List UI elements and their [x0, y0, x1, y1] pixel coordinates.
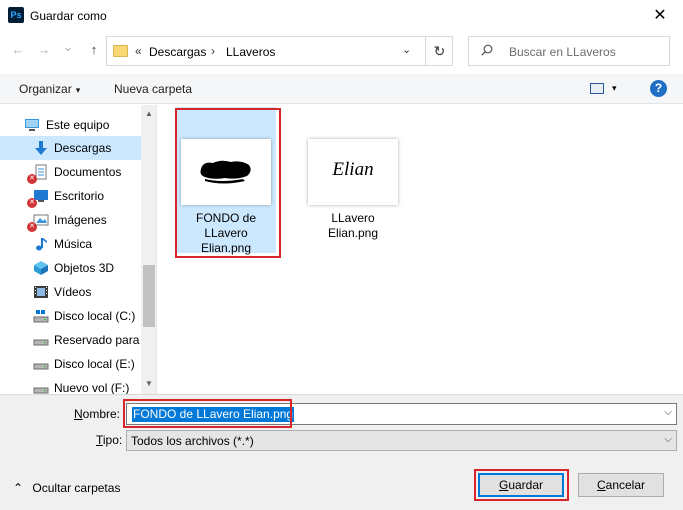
- up-arrow-icon[interactable]: ↑: [86, 42, 102, 57]
- breadcrumb-descargas[interactable]: Descargas: [149, 45, 206, 59]
- scroll-down-icon[interactable]: ▼: [141, 375, 156, 392]
- file-thumbnail: Elian: [308, 139, 398, 205]
- sidebar-item-este-equipo[interactable]: Este equipo: [0, 113, 141, 137]
- sidebar-item-imagenes[interactable]: ✕ Imágenes: [0, 208, 141, 232]
- address-bar[interactable]: « Descargas › LLaveros ⌄ ↻: [106, 36, 453, 66]
- search-placeholder: Buscar en LLaveros: [509, 45, 616, 59]
- command-bar: Organizar ▾ Nueva carpeta ▾ ?: [0, 74, 683, 104]
- hide-folders-toggle[interactable]: ⌃ Ocultar carpetas: [13, 481, 120, 495]
- close-button[interactable]: ✕: [637, 0, 683, 31]
- music-icon: [36, 238, 47, 251]
- sidebar-item-documentos[interactable]: ✕ Documentos: [0, 160, 141, 184]
- file-type-value: Todos los archivos (*.*): [131, 434, 254, 448]
- sidebar-item-label: Escritorio: [54, 189, 105, 203]
- save-options-panel: Nombre: FONDO de LLavero Elian.png ⌵ Tip…: [0, 394, 683, 510]
- sidebar-item-objetos-3d[interactable]: Objetos 3D: [0, 256, 141, 280]
- caret-down-icon: ▾: [75, 85, 81, 95]
- navigation-scrollbar[interactable]: ▲ ▼: [141, 105, 156, 394]
- sidebar-item-label: Documentos: [54, 165, 122, 179]
- chevron-up-icon: ⌃: [13, 481, 24, 495]
- search-input[interactable]: Buscar en LLaveros: [468, 36, 670, 66]
- name-label: Nombre:: [74, 407, 121, 421]
- hide-folders-label: Ocultar carpetas: [32, 481, 121, 495]
- annotation-highlight: [175, 108, 281, 258]
- breadcrumb-separator[interactable]: ›: [211, 44, 215, 58]
- download-icon: [35, 141, 47, 155]
- refresh-icon[interactable]: ↻: [425, 37, 453, 65]
- error-badge-icon: ✕: [27, 198, 37, 208]
- breadcrumb-overflow[interactable]: «: [135, 44, 142, 58]
- help-icon[interactable]: ?: [650, 80, 667, 97]
- name-dropdown-chevron-icon[interactable]: ⌵: [664, 407, 672, 418]
- title-bar: Ps Guardar como ✕: [0, 0, 683, 31]
- sidebar-item-disco-e[interactable]: Disco local (E:): [0, 352, 141, 376]
- sidebar-item-label: Imágenes: [54, 213, 107, 227]
- sidebar-item-descargas[interactable]: Descargas: [0, 136, 141, 160]
- sidebar-item-label: Nuevo vol (F:): [54, 381, 130, 394]
- sidebar-item-label: Objetos 3D: [54, 261, 115, 275]
- drive-icon: [33, 387, 49, 394]
- sidebar-item-videos[interactable]: Vídeos: [0, 280, 141, 304]
- annotation-highlight: [123, 399, 292, 428]
- back-arrow-icon[interactable]: ←: [10, 42, 26, 57]
- videos-icon: [34, 286, 48, 298]
- error-badge-icon: ✕: [27, 174, 37, 184]
- sidebar-item-disco-c[interactable]: Disco local (C:): [0, 304, 141, 328]
- breadcrumb-llaveros[interactable]: LLaveros: [226, 45, 275, 59]
- forward-arrow-icon[interactable]: →: [36, 42, 52, 57]
- sidebar-item-label: Reservado para e: [54, 333, 150, 347]
- computer-icon: [25, 119, 39, 131]
- folder-icon: [113, 45, 128, 57]
- sidebar-item-label: Disco local (E:): [54, 357, 135, 371]
- file-list[interactable]: FONDO de LLavero Elian.png Elian LLavero…: [158, 105, 683, 394]
- error-badge-icon: ✕: [27, 222, 37, 232]
- scroll-up-icon[interactable]: ▲: [141, 105, 156, 122]
- organize-label: Organizar: [19, 82, 72, 96]
- search-icon: [481, 44, 493, 56]
- photoshop-app-icon: Ps: [8, 7, 24, 23]
- window-title: Guardar como: [30, 9, 107, 23]
- sidebar-item-label: Disco local (C:): [54, 309, 136, 323]
- thumbnail-text: Elian: [332, 159, 374, 180]
- type-label: Tipo:: [96, 433, 123, 447]
- scrollbar-thumb[interactable]: [143, 265, 155, 327]
- file-type-select[interactable]: Todos los archivos (*.*) ⌵: [126, 430, 677, 451]
- address-dropdown-chevron-icon[interactable]: ⌄: [402, 43, 411, 56]
- sidebar-item-reservado[interactable]: Reservado para e: [0, 328, 149, 352]
- type-dropdown-chevron-icon[interactable]: ⌵: [664, 434, 672, 445]
- sidebar-item-musica[interactable]: Música: [0, 232, 141, 256]
- sidebar-item-nuevo-vol-f[interactable]: Nuevo vol (F:): [0, 376, 141, 394]
- annotation-highlight: [474, 469, 569, 501]
- cancel-button[interactable]: Cancelar: [578, 473, 664, 497]
- address-row: ← → ⌄ ↑ « Descargas › LLaveros ⌄ ↻ Busca…: [0, 34, 683, 66]
- file-name: LLavero Elian.png: [327, 211, 379, 240]
- view-caret-down-icon[interactable]: ▾: [612, 83, 617, 94]
- sidebar-item-label: Vídeos: [54, 285, 92, 299]
- sidebar-item-label: Este equipo: [46, 118, 110, 132]
- navigation-pane: Este equipo Descargas ✕ Documentos ✕ Esc…: [0, 105, 157, 394]
- view-options-icon[interactable]: [590, 83, 604, 94]
- drive-icon: [33, 310, 49, 323]
- drive-icon: [33, 339, 49, 346]
- drive-icon: [33, 363, 49, 370]
- new-folder-button[interactable]: Nueva carpeta: [114, 82, 192, 96]
- organize-button[interactable]: Organizar ▾: [19, 82, 80, 96]
- objects-3d-icon: [34, 261, 48, 275]
- recent-locations-chevron-icon[interactable]: ⌄: [60, 39, 76, 55]
- sidebar-item-escritorio[interactable]: ✕ Escritorio: [0, 184, 141, 208]
- sidebar-item-label: Música: [54, 237, 93, 251]
- file-item-llavero-elian[interactable]: Elian LLavero Elian.png: [303, 107, 403, 253]
- sidebar-item-label: Descargas: [54, 141, 112, 155]
